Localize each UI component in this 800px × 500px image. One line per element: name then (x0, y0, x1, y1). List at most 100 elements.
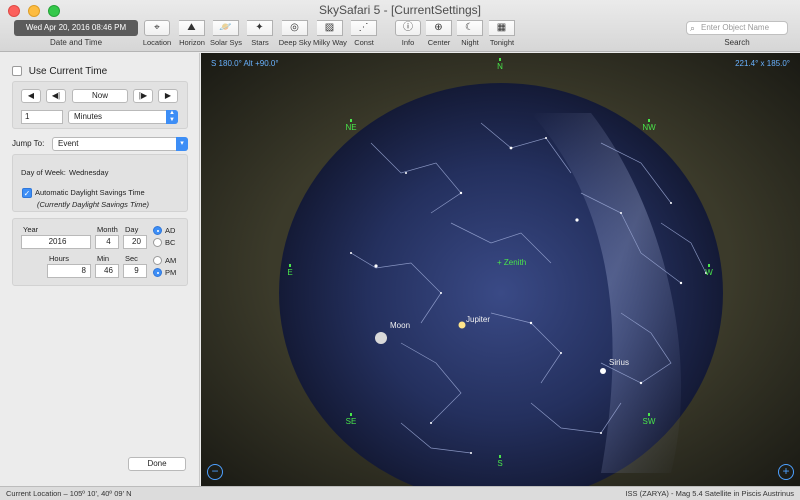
stars-label: Stars (251, 38, 269, 47)
milky-way-button[interactable]: ▨ Milky Way (312, 20, 348, 50)
moon-label[interactable]: Moon (390, 321, 410, 330)
info-icon: ⓘ (395, 20, 421, 36)
use-current-time-label: Use Current Time (28, 66, 108, 77)
day-of-week-value: Wednesday (69, 168, 109, 177)
day-label: Day (125, 225, 139, 234)
jump-to-select[interactable]: Event ▾ (52, 137, 188, 151)
date-time-label: Date and Time (49, 38, 103, 47)
step-amount-field[interactable]: 1 (21, 110, 63, 124)
sirius-marker[interactable] (600, 368, 606, 374)
constellation-icon: ⋰ (351, 20, 377, 36)
direction-se: SE (339, 413, 363, 426)
jump-to-value: Event (58, 139, 79, 148)
location-button[interactable]: ⌖ Location (139, 20, 175, 50)
night-label: Night (461, 38, 479, 47)
search-label: Search (724, 38, 750, 47)
search-icon: ⌕ (690, 23, 696, 33)
constellations-button[interactable]: ⋰ Const (346, 20, 382, 50)
milky-way-label: Milky Way (313, 38, 347, 47)
chevron-down-icon: ▾ (176, 137, 188, 151)
play-button[interactable]: ▶ (158, 89, 178, 103)
location-pin-icon: ⌖ (144, 20, 170, 36)
dst-label[interactable]: Automatic Daylight Savings Time (35, 188, 145, 197)
date-time-display[interactable]: Wed Apr 20, 2016 08:46 PM (14, 20, 138, 36)
seconds-field[interactable]: 9 (123, 264, 147, 278)
time-step-group: ◀ ◀| Now |▶ ▶ 1 Minutes ▲ ▼ (12, 81, 188, 129)
moon-marker[interactable] (375, 332, 387, 344)
milky-way-icon: ▨ (317, 20, 343, 36)
direction-sw: SW (637, 413, 661, 426)
sky-chart-view[interactable]: S 180.0° Alt +90.0° 221.4° x 185.0° N NE… (201, 53, 800, 486)
month-label: Month (97, 225, 118, 234)
location-label: Location (142, 38, 172, 47)
dst-checkbox[interactable]: ✓ (22, 188, 32, 198)
current-location-status: Current Location – 105º 10', 40º 09' N (6, 489, 132, 498)
day-of-week-label: Day of Week: (21, 168, 66, 177)
bc-radio[interactable] (153, 238, 162, 247)
done-button[interactable]: Done (128, 457, 186, 471)
use-current-time-checkbox[interactable] (12, 66, 22, 77)
stars-icon: ✦ (247, 20, 273, 36)
day-field[interactable]: 20 (123, 235, 147, 249)
solar-system-button[interactable]: 🪐 Solar Sys (208, 20, 244, 50)
month-field[interactable]: 4 (95, 235, 119, 249)
solar-system-label: Solar Sys (209, 38, 243, 47)
zoom-in-button[interactable]: + (778, 464, 794, 480)
rewind-button[interactable]: ◀ (21, 89, 41, 103)
step-back-button[interactable]: ◀| (46, 89, 66, 103)
direction-w: W (697, 264, 721, 277)
day-info-group: Day of Week: Wednesday ✓ Automatic Dayli… (12, 154, 188, 212)
jump-to-label: Jump To: (12, 139, 45, 148)
skysafari-window: SkySafari 5 - [CurrentSettings] Wed Apr … (0, 0, 800, 500)
calendar-icon: ▦ (489, 20, 515, 36)
step-forward-button[interactable]: |▶ (133, 89, 153, 103)
tonight-button[interactable]: ▦ Tonight (484, 20, 520, 50)
hours-field[interactable]: 8 (47, 264, 91, 278)
titlebar: SkySafari 5 - [CurrentSettings] Wed Apr … (0, 0, 800, 52)
window-title: SkySafari 5 - [CurrentSettings] (318, 3, 482, 17)
zenith-label: + Zenith (497, 258, 527, 267)
jupiter-marker[interactable] (458, 321, 466, 329)
direction-ne: NE (339, 119, 363, 132)
ad-label: AD (165, 226, 176, 235)
search-input[interactable]: ⌕ Enter Object Name (686, 21, 788, 35)
direction-nw: NW (637, 119, 661, 132)
year-field[interactable]: 2016 (21, 235, 91, 249)
tonight-label: Tonight (489, 38, 515, 47)
pm-radio[interactable] (153, 268, 162, 277)
hours-label: Hours (49, 254, 70, 263)
dst-note: (Currently Daylight Savings Time) (37, 200, 150, 209)
zoom-out-button[interactable]: − (207, 464, 223, 480)
direction-e: E (278, 264, 302, 277)
stars-button[interactable]: ✦ Stars (242, 20, 278, 50)
sirius-label[interactable]: Sirius (609, 358, 629, 367)
step-unit-select[interactable]: Minutes ▲ ▼ (68, 110, 178, 124)
direction-s: S (488, 455, 512, 468)
constellations-label: Const (354, 38, 374, 47)
deep-sky-label: Deep Sky (278, 38, 312, 47)
night-moon-icon: ☾ (457, 20, 483, 36)
date-fields-group: Year 2016 Month 4 Day 20 AD BC Hours 8 M… (12, 218, 188, 286)
ad-radio[interactable] (153, 226, 162, 235)
selected-object-status: ISS (ZARYA) - Mag 5.4 Satellite in Pisci… (625, 489, 794, 498)
galaxy-icon: ◎ (282, 20, 308, 36)
use-current-time-row[interactable]: Use Current Time (12, 66, 107, 77)
night-button[interactable]: ☾ Night (452, 20, 488, 50)
am-radio[interactable] (153, 256, 162, 265)
jupiter-label[interactable]: Jupiter (466, 315, 490, 324)
date-time-panel: Use Current Time ◀ ◀| Now |▶ ▶ 1 Minutes… (0, 53, 200, 486)
horizon-button[interactable]: ⛰ Horizon (174, 20, 210, 50)
min-label: Min (97, 254, 110, 263)
search-placeholder: Enter Object Name (701, 23, 770, 32)
chevron-updown-icon: ▲ ▼ (166, 110, 178, 124)
direction-n: N (488, 58, 512, 71)
zenith-text: Zenith (503, 258, 527, 267)
view-center-readout: S 180.0° Alt +90.0° (211, 59, 279, 68)
now-button[interactable]: Now (72, 89, 128, 103)
planet-ring-icon: 🪐 (213, 20, 239, 36)
sec-label: Sec (125, 254, 138, 263)
deep-sky-button[interactable]: ◎ Deep Sky (277, 20, 313, 50)
year-label: Year (23, 225, 39, 234)
field-of-view-readout: 221.4° x 185.0° (735, 59, 790, 68)
minutes-field[interactable]: 46 (95, 264, 119, 278)
